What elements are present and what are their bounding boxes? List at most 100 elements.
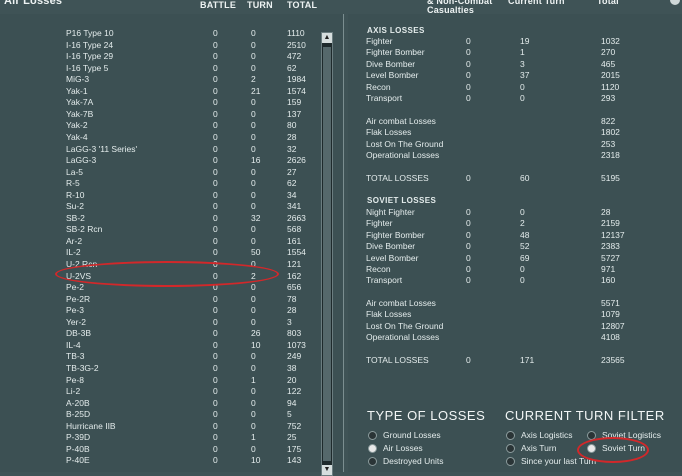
- aircraft-row[interactable]: Pe-8 0 1 20: [0, 375, 318, 387]
- battle-value: 0: [213, 247, 218, 258]
- aircraft-row[interactable]: DB-3B 0 26 803: [0, 328, 318, 340]
- total-value: 752: [287, 420, 302, 431]
- aircraft-row[interactable]: B-25D 0 0 5: [0, 409, 318, 421]
- aircraft-row[interactable]: Li-2 0 0 122: [0, 386, 318, 398]
- aircraft-row[interactable]: Yak-2 0 0 80: [0, 120, 318, 132]
- turn-value: 0: [251, 443, 256, 454]
- summary-value: 4108: [601, 332, 620, 343]
- turn-value: 0: [251, 362, 256, 373]
- battle-column-header: BATTLE: [200, 0, 237, 10]
- aircraft-row[interactable]: TB-3 0 0 249: [0, 351, 318, 363]
- summary-label: Operational Losses: [366, 332, 440, 343]
- battle-value: 0: [213, 143, 218, 154]
- aircraft-row[interactable]: TB-3G-2 0 0 38: [0, 363, 318, 375]
- total-value: 1574: [287, 85, 306, 96]
- axis-loss-row: Level Bomber 0 37 2015: [366, 70, 666, 82]
- total-value: 28: [601, 207, 611, 217]
- total-value: 568: [287, 224, 302, 235]
- battle-value: 0: [213, 397, 218, 408]
- scroll-thumb[interactable]: [323, 47, 331, 461]
- aircraft-row[interactable]: SB-2 Rcn 0 0 568: [0, 224, 318, 236]
- current-turn-column-header: Current Turn: [508, 0, 565, 6]
- total-value: 34: [287, 189, 297, 200]
- aircraft-row[interactable]: Su-2 0 0 341: [0, 201, 318, 213]
- total-value: 249: [287, 351, 302, 362]
- current-turn-value: 19: [520, 36, 530, 46]
- aircraft-name: Pe-8: [66, 374, 84, 385]
- battle-value: 0: [213, 339, 218, 350]
- turn-value: 32: [251, 212, 261, 223]
- total-value: 5727: [601, 252, 620, 263]
- aircraft-row[interactable]: Yak-1 0 21 1574: [0, 86, 318, 98]
- aircraft-name: R-10: [66, 189, 85, 200]
- aircraft-row[interactable]: La-5 0 0 27: [0, 167, 318, 179]
- aircraft-row[interactable]: P-40E 0 10 143: [0, 455, 318, 467]
- battle-value: 0: [213, 409, 218, 420]
- battle-value: 0: [213, 455, 218, 466]
- total-noncombat-value: 0: [466, 173, 471, 183]
- loss-category: Fighter Bomber: [366, 47, 425, 58]
- loss-category: Dive Bomber: [366, 58, 416, 69]
- current-turn-value: 37: [520, 70, 530, 81]
- aircraft-row[interactable]: Yak-7B 0 0 137: [0, 109, 318, 121]
- turn-value: 0: [251, 409, 256, 420]
- aircraft-list-scrollbar[interactable]: ▲ ▼: [321, 32, 333, 476]
- summary-value: 2318: [601, 150, 620, 161]
- total-value: 23565: [601, 355, 625, 365]
- aircraft-row[interactable]: I-16 Type 24 0 0 2510: [0, 40, 318, 52]
- aircraft-name: R-5: [66, 178, 80, 189]
- aircraft-row[interactable]: IL-2 0 50 1554: [0, 247, 318, 259]
- aircraft-row[interactable]: MiG-3 0 2 1984: [0, 74, 318, 86]
- battle-value: 0: [213, 305, 218, 316]
- aircraft-row[interactable]: Yak-4 0 0 28: [0, 132, 318, 144]
- total-right-column-header: Total: [597, 0, 619, 6]
- aircraft-row[interactable]: Ar-2 0 0 161: [0, 236, 318, 248]
- aircraft-row[interactable]: P16 Type 10 0 0 1110: [0, 28, 318, 40]
- aircraft-row[interactable]: Yer-2 0 0 3: [0, 317, 318, 329]
- summary-label: Flak Losses: [366, 309, 412, 320]
- current-turn-value: 69: [520, 252, 530, 263]
- corner-gear-icon[interactable]: [670, 0, 680, 5]
- aircraft-name: P-40B: [66, 443, 90, 454]
- aircraft-row[interactable]: R-5 0 0 62: [0, 178, 318, 190]
- battle-value: 0: [213, 178, 218, 189]
- aircraft-row[interactable]: P-40B 0 0 175: [0, 444, 318, 456]
- aircraft-name: TB-3G-2: [66, 362, 99, 373]
- total-value: 3: [287, 316, 292, 327]
- summary-label: Lost On The Ground: [366, 320, 444, 331]
- battle-value: 0: [213, 224, 218, 235]
- highlight-oval-u2vs: [55, 261, 279, 287]
- aircraft-row[interactable]: Yak-7A 0 0 159: [0, 97, 318, 109]
- aircraft-row[interactable]: P-39D 0 1 25: [0, 432, 318, 444]
- battle-value: 0: [213, 85, 218, 96]
- total-value: 5: [287, 409, 292, 420]
- total-value: 341: [287, 201, 302, 212]
- current-turn-value: 0: [520, 264, 525, 274]
- turn-value: 0: [251, 316, 256, 327]
- total-value: 94: [287, 397, 297, 408]
- aircraft-row[interactable]: I-16 Type 5 0 0 62: [0, 63, 318, 75]
- turn-value: 0: [251, 386, 256, 397]
- highlight-oval-soviet-turn: [577, 437, 649, 463]
- aircraft-row[interactable]: LaGG-3 '11 Series' 0 0 32: [0, 144, 318, 156]
- scroll-down-icon[interactable]: ▼: [322, 465, 332, 475]
- aircraft-row[interactable]: SB-2 0 32 2663: [0, 213, 318, 225]
- aircraft-row[interactable]: Pe-2R 0 0 78: [0, 294, 318, 306]
- scroll-up-icon[interactable]: ▲: [322, 33, 332, 43]
- aircraft-row[interactable]: R-10 0 0 34: [0, 190, 318, 202]
- aircraft-row[interactable]: I-16 Type 29 0 0 472: [0, 51, 318, 63]
- axis-losses-title: AXIS LOSSES: [367, 26, 425, 35]
- aircraft-row[interactable]: LaGG-3 0 16 2626: [0, 155, 318, 167]
- summary-value: 1802: [601, 127, 620, 138]
- aircraft-row[interactable]: IL-4 0 10 1073: [0, 340, 318, 352]
- loss-category: Night Fighter: [366, 207, 415, 217]
- total-value: 20: [287, 374, 297, 385]
- noncombat-value: 0: [466, 207, 471, 217]
- axis-loss-row: Recon 0 0 1120: [366, 82, 666, 94]
- aircraft-row[interactable]: Hurricane IIB 0 0 752: [0, 421, 318, 433]
- aircraft-row[interactable]: Pe-3 0 0 28: [0, 305, 318, 317]
- aircraft-loss-list[interactable]: P16 Type 10 0 0 1110 I-16 Type 24 0 0 2510 I-16 …: [0, 14, 344, 476]
- losses-summary-panel: AXIS LOSSES Fighter 0 19 1032 Fighter Bomber…: [348, 14, 682, 472]
- turn-value: 50: [251, 247, 261, 258]
- aircraft-row[interactable]: A-20B 0 0 94: [0, 398, 318, 410]
